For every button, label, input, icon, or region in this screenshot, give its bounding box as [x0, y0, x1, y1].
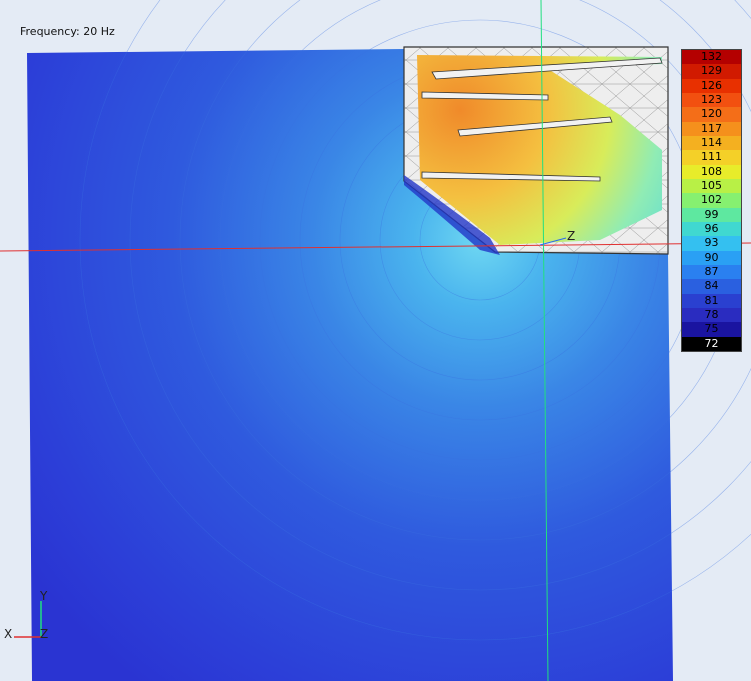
simulation-viewport[interactable]: Z Y X Z: [0, 0, 751, 681]
scene-z-label: Z: [567, 229, 575, 243]
legend-cell: 120: [682, 107, 741, 122]
legend-cell: 90: [682, 250, 741, 265]
legend-cell: 87: [682, 265, 741, 280]
legend-cell: 105: [682, 179, 741, 194]
axis-x-label: X: [4, 627, 12, 641]
axis-z-label: Z: [40, 627, 48, 641]
legend-cell: 126: [682, 78, 741, 93]
legend-cell: 75: [682, 322, 741, 337]
axis-triad: Y X Z: [4, 589, 48, 641]
axis-y-label: Y: [39, 589, 48, 603]
legend-cell: 123: [682, 93, 741, 108]
legend-cell: 114: [682, 136, 741, 151]
color-scale-legend: 132 129 126 123 120 117 114 111 108 105 102 99 96 93 9…: [681, 49, 742, 352]
legend-cell: 93: [682, 236, 741, 251]
legend-cell: 96: [682, 222, 741, 237]
legend-cell: 72: [682, 336, 741, 351]
legend-cell: 129: [682, 64, 741, 79]
legend-cell: 117: [682, 121, 741, 136]
legend-cell: 78: [682, 308, 741, 323]
legend-cell: 99: [682, 207, 741, 222]
legend-cell: 108: [682, 164, 741, 179]
legend-cell: 132: [682, 50, 741, 65]
legend-cell: 84: [682, 279, 741, 294]
legend-cell: 81: [682, 293, 741, 308]
legend-cell: 111: [682, 150, 741, 165]
legend-cell: 102: [682, 193, 741, 208]
